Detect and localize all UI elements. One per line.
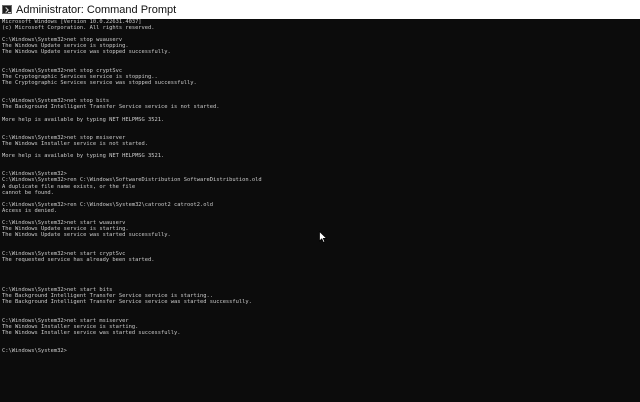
console-line: C:\Windows\System32> xyxy=(2,348,67,355)
console-output[interactable]: Microsoft Windows [Version 10.0.22631.40… xyxy=(2,19,638,402)
window-title: Administrator: Command Prompt xyxy=(16,3,177,16)
title-bar[interactable]: Administrator: Command Prompt xyxy=(0,0,640,19)
mouse-pointer-icon xyxy=(319,231,327,243)
command-prompt-icon xyxy=(2,5,12,14)
